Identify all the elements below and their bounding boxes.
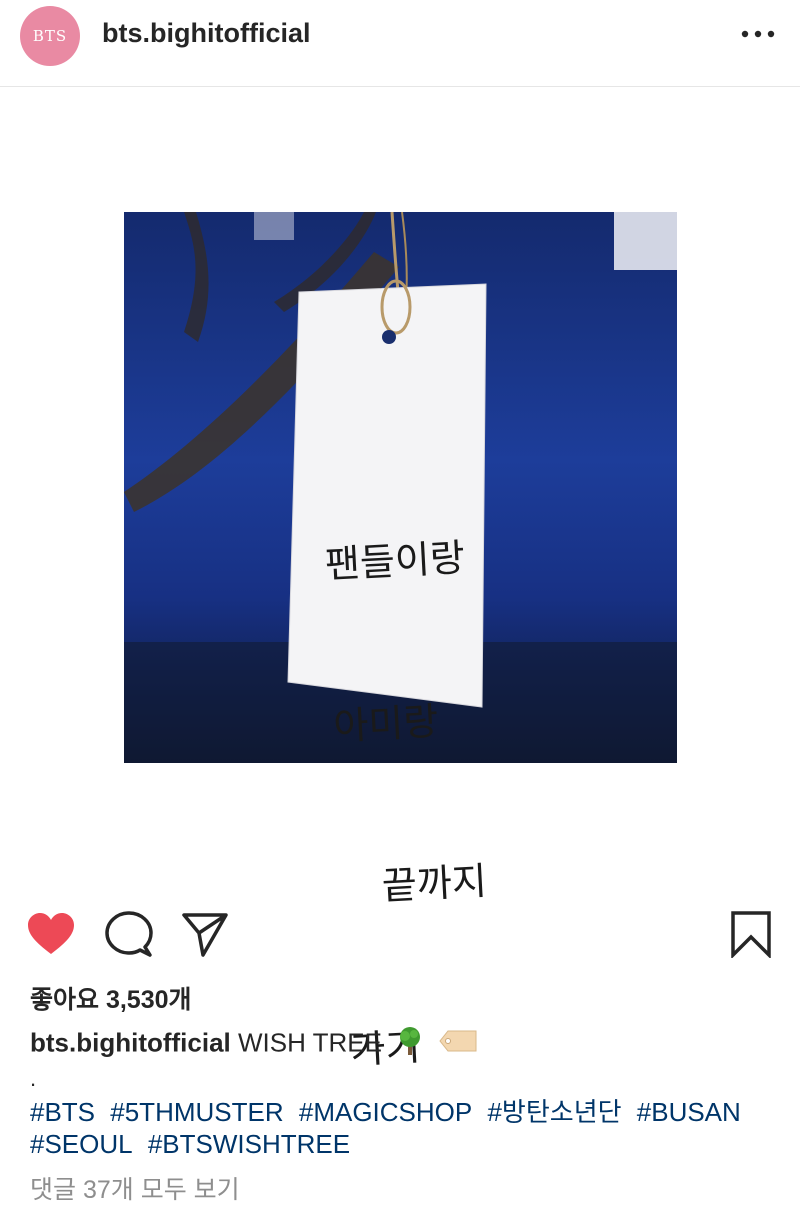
tag-line: 아미랑	[332, 699, 440, 749]
caption-username[interactable]: bts.bighitofficial	[30, 1027, 231, 1057]
bookmark-icon[interactable]	[726, 910, 776, 958]
post-header: BTS bts.bighitofficial	[0, 0, 800, 87]
likes-count[interactable]: 좋아요 3,530개	[30, 980, 192, 1016]
post-username[interactable]: bts.bighitofficial	[102, 18, 311, 49]
hashtag-link[interactable]: #BTS	[30, 1097, 95, 1127]
comment-icon[interactable]	[104, 910, 154, 958]
more-options-icon[interactable]	[740, 16, 776, 52]
avatar-logo-text: BTS	[32, 27, 68, 45]
caption-text: WISH TREE	[238, 1027, 382, 1058]
post-caption: bts.bighitofficial WISH TREE	[30, 1026, 478, 1063]
tag-line: 팬들이랑	[323, 535, 466, 587]
hashtag-link[interactable]: #BTSWISHTREE	[148, 1129, 350, 1159]
caption-dot: .	[30, 1066, 37, 1091]
hashtag-list: #BTS #5THMUSTER #MAGICSHOP #방탄소년단 #BUSAN…	[30, 1096, 770, 1160]
heart-icon[interactable]	[26, 910, 76, 958]
hashtag-link[interactable]: #5THMUSTER	[110, 1097, 283, 1127]
avatar[interactable]: BTS	[20, 6, 80, 66]
label-tag-emoji-icon	[438, 1029, 478, 1060]
tree-emoji-icon	[395, 1026, 425, 1063]
view-all-comments-link[interactable]: 댓글 37개 모두 보기	[30, 1170, 240, 1206]
hashtag-link[interactable]: #BUSAN	[637, 1097, 741, 1127]
send-icon[interactable]	[180, 910, 230, 958]
tag-line: 끝까지	[380, 858, 488, 909]
hashtag-link[interactable]: #MAGICSHOP	[299, 1097, 472, 1127]
hashtag-link[interactable]: #SEOUL	[30, 1129, 133, 1159]
hashtag-link[interactable]: #방탄소년단	[487, 1097, 621, 1127]
